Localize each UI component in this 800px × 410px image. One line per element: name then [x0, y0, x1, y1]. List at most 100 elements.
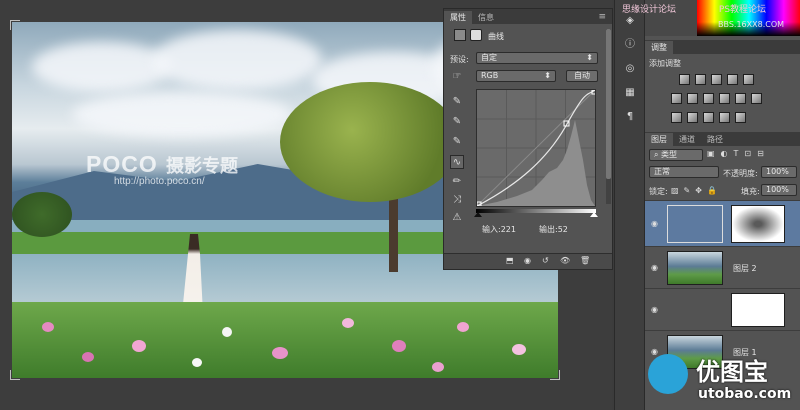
vibrance-icon[interactable] — [743, 74, 754, 85]
curve-graph[interactable] — [476, 89, 597, 207]
flower — [192, 358, 202, 367]
input-value: 221 — [500, 225, 516, 234]
curves-adjustment-icon — [454, 29, 466, 41]
lock-label: 锁定: — [649, 187, 668, 196]
posterize-icon[interactable] — [687, 112, 698, 123]
chevron-down-icon: ⬍ — [544, 71, 551, 80]
curves-layer-thumb[interactable] — [667, 205, 723, 243]
cloud — [32, 42, 172, 92]
tab-info[interactable]: 信息 — [472, 11, 500, 24]
properties-bottom-bar: ⬒ ◉ ↺ 👁 🗑 — [444, 253, 612, 269]
eyedropper-white-icon[interactable]: ✎ — [450, 135, 464, 149]
lock-icons[interactable]: ▨✎✥🔒 — [671, 186, 722, 195]
visibility-eye-icon[interactable]: ◉ — [651, 305, 658, 314]
opacity-label: 不透明度: — [723, 169, 758, 178]
adjustments-tabbar: 调整 — [645, 40, 800, 54]
curve-edit-points-icon[interactable]: ∿ — [450, 155, 464, 169]
swatches-panel-icon[interactable]: ▦ — [623, 86, 637, 100]
layer-row[interactable]: ◉ 图层 2 — [645, 246, 800, 288]
view-previous-icon[interactable]: ◉ — [524, 256, 531, 265]
clipping-warning-icon[interactable]: ⚠ — [450, 211, 464, 225]
watermark-logo: POCO — [86, 151, 158, 177]
adjust-panel-icon[interactable]: ◎ — [623, 62, 637, 76]
brightness-contrast-icon[interactable] — [679, 74, 690, 85]
tab-layers[interactable]: 图层 — [645, 133, 673, 146]
color-lookup-icon[interactable] — [751, 93, 762, 104]
clip-to-layer-icon[interactable]: ⬒ — [506, 256, 514, 265]
info-panel-icon[interactable]: ⓘ — [623, 38, 637, 52]
eyedropper-black-icon[interactable]: ✎ — [450, 95, 464, 109]
mask-icon[interactable] — [470, 29, 482, 41]
crop-corner-top-left[interactable] — [10, 20, 20, 30]
site-watermark-top-cn: 思缘设计论坛 — [622, 5, 677, 15]
channel-mixer-icon[interactable] — [735, 93, 746, 104]
layer-mask-thumb[interactable] — [731, 293, 785, 327]
properties-scrollbar[interactable] — [606, 29, 611, 204]
threshold-icon[interactable] — [703, 112, 714, 123]
crop-corner-bottom-right[interactable] — [550, 370, 560, 380]
gradient-map-icon[interactable] — [719, 112, 730, 123]
auto-button[interactable]: 自动 — [566, 70, 598, 82]
tab-paths[interactable]: 路径 — [701, 133, 729, 146]
tab-adjustments[interactable]: 调整 — [645, 41, 673, 54]
visibility-eye-icon[interactable]: ◉ — [651, 263, 658, 272]
opacity-input[interactable]: 100% — [761, 166, 797, 178]
exposure-icon[interactable] — [727, 74, 738, 85]
layer-row[interactable]: ◉ — [645, 200, 800, 246]
site-watermark-top-ps: PS教程论坛 — [718, 5, 767, 15]
color-panel-icon[interactable]: ◈ — [623, 14, 637, 28]
site-watermark-url: BBS.16XX8.COM — [718, 20, 785, 29]
layer-mask-thumb[interactable] — [731, 205, 785, 243]
smooth-icon[interactable]: ⤨ — [450, 193, 464, 207]
panel-menu-icon[interactable]: ≡ — [592, 11, 612, 24]
visibility-icon[interactable]: 👁 — [560, 256, 570, 265]
flower — [42, 322, 54, 332]
blend-mode-value: 正常 — [654, 167, 670, 176]
output-label: 输出: — [539, 225, 558, 234]
channel-select[interactable]: RGB ⬍ — [476, 70, 556, 82]
trash-icon[interactable]: 🗑 — [580, 256, 590, 265]
layers-tabbar: 图层 通道 路径 — [645, 132, 800, 146]
pencil-draw-icon[interactable]: ✏ — [450, 175, 464, 189]
layer-filter-select[interactable]: ⌕ 类型 — [649, 149, 703, 161]
preset-label: 预设: — [450, 55, 469, 64]
adjustment-layer-thumb[interactable] — [667, 293, 723, 327]
curves-icon[interactable] — [711, 74, 722, 85]
levels-icon[interactable] — [695, 74, 706, 85]
output-readout: 输出:52 — [539, 224, 568, 235]
site-watermark-top: 思缘设计论坛 PS教程论坛 — [622, 2, 766, 15]
white-point-slider[interactable] — [590, 212, 598, 217]
photo-filter-icon[interactable] — [719, 93, 730, 104]
blend-mode-select[interactable]: 正常 — [649, 166, 719, 178]
preset-select[interactable]: 自定 ⬍ — [476, 52, 598, 64]
layer-thumbnail[interactable] — [667, 251, 723, 285]
visibility-eye-icon[interactable]: ◉ — [651, 219, 658, 228]
search-icon: ⌕ — [654, 150, 659, 159]
tab-properties[interactable]: 属性 — [444, 11, 472, 24]
selective-color-icon[interactable] — [735, 112, 746, 123]
reset-icon[interactable]: ↺ — [542, 256, 549, 265]
layer-name: 图层 2 — [733, 264, 757, 273]
fill-input[interactable]: 100% — [761, 184, 797, 196]
hand-adjust-icon[interactable]: ☞ — [450, 70, 464, 84]
hue-saturation-icon[interactable] — [671, 93, 682, 104]
eyedropper-gray-icon[interactable]: ✎ — [450, 115, 464, 129]
tab-channels[interactable]: 通道 — [673, 133, 701, 146]
black-white-icon[interactable] — [703, 93, 714, 104]
layer-row[interactable]: ◉ — [645, 288, 800, 330]
crop-corner-bottom-left[interactable] — [10, 370, 20, 380]
scroll-thumb[interactable] — [606, 29, 611, 179]
layer-filter-icons[interactable]: ▣◐T⊡⊟ — [707, 149, 770, 158]
text-panel-icon[interactable]: ¶ — [623, 110, 637, 124]
flower-meadow — [12, 302, 558, 378]
invert-icon[interactable] — [671, 112, 682, 123]
input-readout: 输入:221 — [482, 224, 516, 235]
bush — [12, 192, 72, 237]
opacity-value: 100% — [766, 167, 789, 176]
curve-graph-svg[interactable] — [476, 89, 597, 207]
black-point-slider[interactable] — [474, 212, 482, 217]
color-balance-icon[interactable] — [687, 93, 698, 104]
preset-value: 自定 — [481, 53, 497, 62]
input-gradient-bar — [476, 209, 596, 213]
flower — [82, 352, 94, 362]
